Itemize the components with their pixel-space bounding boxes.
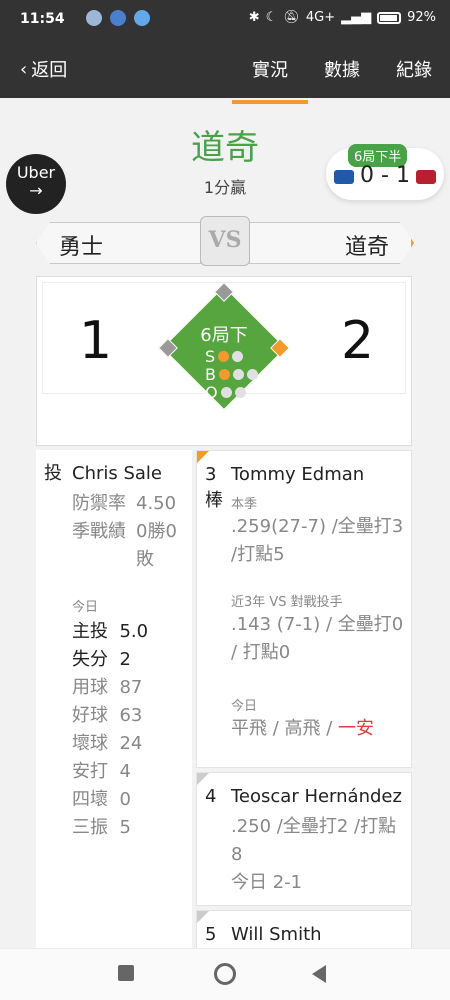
team-bar: 勇士 道奇 VS [36, 216, 414, 266]
batter-name: Tommy Edman [231, 464, 365, 485]
bell-off-icon: 🔕︎ [283, 10, 300, 25]
back-nav-icon[interactable] [312, 965, 326, 983]
batting-order: 3 [205, 464, 217, 485]
uber-button[interactable]: Uber → [6, 154, 66, 214]
ball-count: B [205, 365, 258, 384]
inning-label: 6局下 [200, 325, 248, 346]
chevron-left-icon: ‹ [20, 58, 28, 80]
away-score: 1 [79, 311, 113, 371]
stat-row: 四壞 0 [72, 789, 131, 810]
app-icon [110, 10, 126, 26]
battery-text: 92% [407, 10, 436, 25]
batting-order: 5 [205, 924, 217, 945]
batter-card[interactable]: 3 棒 Tommy Edman 本季 .259(27-7) /全壘打3 /打點5… [196, 450, 412, 768]
stat-row: 壞球 24 [72, 733, 143, 754]
tab-live[interactable]: 實況 [232, 56, 308, 104]
score-panel: 1 2 6局下 S B O [43, 282, 405, 412]
stat-row: 用球 87 [72, 677, 143, 698]
recent-apps-icon[interactable] [118, 965, 134, 981]
tab-record[interactable]: 紀錄 [396, 56, 432, 82]
season-stats: .259(27-7) /全壘打3 /打點5 [231, 516, 404, 565]
pitcher-stats: 主投 5.0 失分 2 用球 87 好球 63 壞球 24 安打 4 四壞 0 … [72, 618, 148, 842]
away-team-name: 勇士 [36, 222, 201, 264]
diamond: 6局下 S B O [158, 282, 290, 412]
status-bar: 11:54 ✱ ☾ 🔕︎ 4G+ ▂▄▆ 92% [0, 0, 450, 40]
stat-row: 安打 4 [72, 761, 131, 782]
batting-role: 棒 [205, 490, 223, 511]
today-label: 今日 [231, 699, 258, 714]
vs-stats: .143 (7-1) / 全壘打0 / 打點0 [231, 614, 404, 663]
batter-today: 今日 2-1 [231, 872, 303, 893]
tab-stats[interactable]: 數據 [324, 56, 360, 82]
home-score: 2 [341, 311, 375, 371]
mini-scorecard[interactable]: 6局下半 0 - 1 [326, 144, 444, 200]
stat-row: 三振 5 [72, 817, 131, 838]
batter-stats: .250 /全壘打2 /打點8 [231, 816, 397, 865]
strike-count: S [205, 347, 244, 366]
battery-icon [377, 11, 402, 24]
record-value: 0勝0敗 [136, 521, 177, 570]
batting-order: 4 [205, 786, 217, 807]
braves-logo-icon [416, 170, 436, 184]
batters-panel: 3 棒 Tommy Edman 本季 .259(27-7) /全壘打3 /打點5… [196, 450, 412, 954]
batter-name: Will Smith [231, 924, 322, 945]
era-label: 防禦率 [72, 493, 126, 514]
season-label: 本季 [231, 497, 258, 512]
arrow-right-icon: → [29, 181, 43, 200]
app-icon [86, 10, 102, 26]
pitcher-role: 投 [44, 463, 62, 484]
system-navigation [0, 948, 450, 1000]
app-icon [134, 10, 150, 26]
today-label: 今日 [72, 600, 99, 615]
network-label: 4G+ [305, 10, 336, 25]
today-results: 平飛 / 高飛 / 一安 [231, 718, 375, 739]
vs-label: 近3年 VS 對戰投手 [231, 595, 343, 610]
top-nav: ‹ 返回 實況 數據 紀錄 [0, 46, 450, 104]
status-icons: ✱ ☾ 🔕︎ 4G+ ▂▄▆ 92% [249, 10, 436, 25]
home-team-name: 道奇 [249, 222, 414, 264]
app-header: 11:54 ✱ ☾ 🔕︎ 4G+ ▂▄▆ 92% ‹ 返回 實況 數據 紀錄 [0, 0, 450, 104]
pitcher-name: Chris Sale [72, 463, 163, 484]
uber-label: Uber [16, 163, 56, 182]
vs-badge: VS [200, 216, 250, 266]
home-icon[interactable] [214, 963, 236, 985]
back-button[interactable]: ‹ 返回 [20, 56, 67, 82]
batter-name: Teoscar Hernández [231, 786, 402, 807]
stat-row: 失分 2 [72, 649, 131, 670]
era-value: 4.50 [136, 493, 177, 514]
status-time: 11:54 [20, 11, 65, 27]
record-label: 季戰績 [72, 521, 126, 542]
signal-icon: ▂▄▆ [341, 10, 372, 25]
out-count: O [205, 383, 246, 402]
batter-card[interactable]: 4 Teoscar Hernández .250 /全壘打2 /打點8 今日 2… [196, 772, 412, 906]
notification-icons [86, 10, 150, 26]
bluetooth-icon: ✱ [248, 10, 260, 25]
stat-row: 好球 63 [72, 705, 143, 726]
moon-icon: ☾ [265, 10, 278, 25]
back-label: 返回 [31, 60, 68, 81]
scoreboard: 1 2 6局下 S B O [36, 276, 412, 446]
pitcher-panel: 投 Chris Sale 防禦率 4.50 季戰績 0勝0敗 今日 主投 5.0… [36, 450, 192, 950]
stat-row: 主投 5.0 [72, 621, 149, 642]
